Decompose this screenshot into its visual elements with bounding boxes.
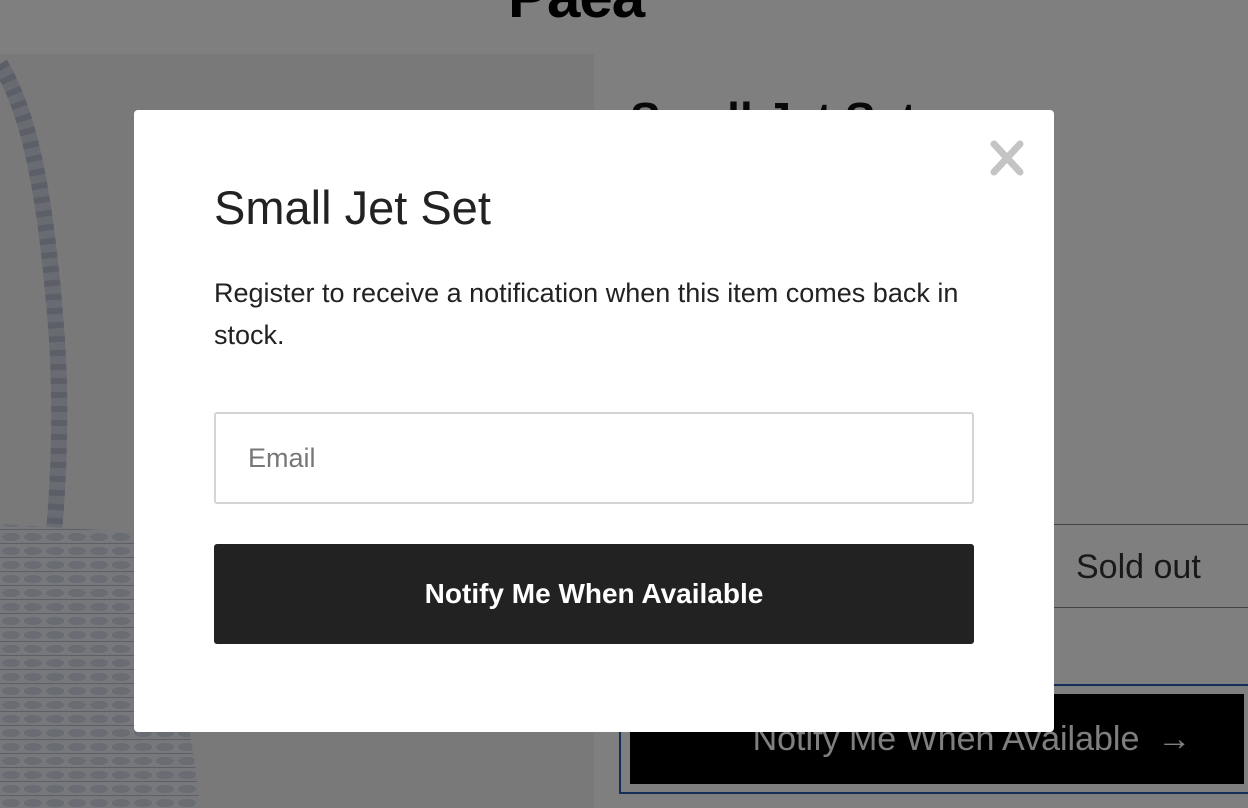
product-page: Paéa Small Jet Set Sold out Notify Me Wh… xyxy=(0,0,1248,808)
close-button[interactable] xyxy=(990,138,1024,178)
close-icon xyxy=(990,140,1024,176)
notify-submit-button[interactable]: Notify Me When Available xyxy=(214,544,974,644)
modal-title: Small Jet Set xyxy=(214,181,491,234)
modal-description: Register to receive a notification when … xyxy=(214,278,959,350)
back-in-stock-modal: Small Jet Set Register to receive a noti… xyxy=(134,110,1054,732)
email-input[interactable] xyxy=(214,412,974,504)
